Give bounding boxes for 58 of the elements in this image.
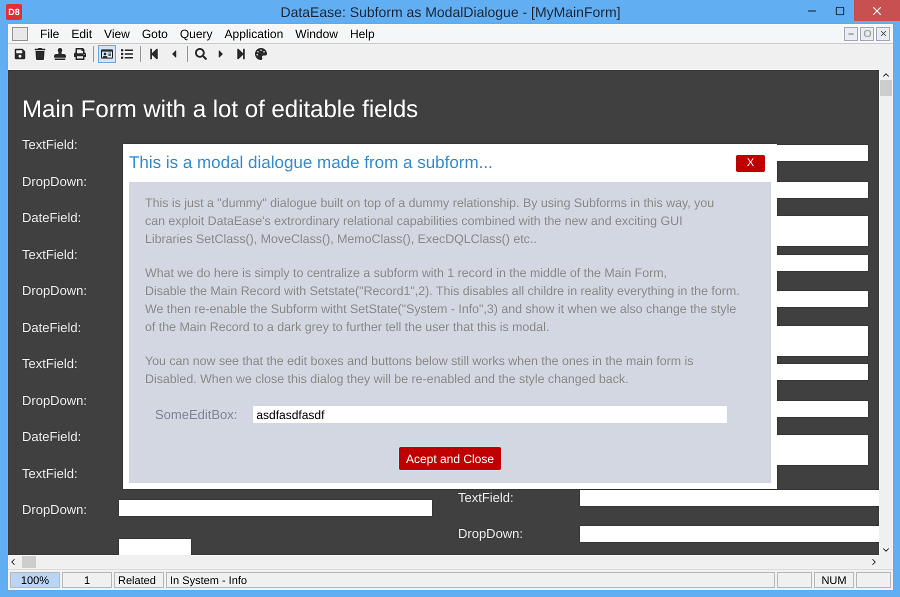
close-button[interactable]: [876, 26, 890, 40]
field-label: DateField:: [22, 210, 82, 226]
field-label: SomeEditBox:: [155, 406, 238, 422]
description-paragraph: You can now see that the edit boxes and buttons below still works when the ones in the main form is Disabled. When we close this dialog they will be re-enabled and the style changed back.: [145, 353, 694, 388]
description-paragraph: What we do here is simply to centralize a subform with 1 record in the middle of the Main Form, Disable the Main Record with Setstate("Record1",2). This disables all childre in reality everything in the form. We then re-enable the Subform witht SetState("System - Info",3) and show it when we also change the style of the Main Record to a dark grey to further tell the user that this is modal.: [145, 265, 741, 336]
field-label: DropDown:: [22, 174, 88, 190]
field-label: TextField:: [22, 356, 79, 372]
status-cell: 1: [62, 572, 112, 588]
menu-item[interactable]: Application: [218, 26, 290, 40]
menu-item[interactable]: Edit: [65, 26, 98, 40]
status-cell: [856, 572, 891, 588]
form-title: Main Form with a lot of editable fields: [22, 95, 420, 125]
field-label: DateField:: [22, 320, 82, 336]
status-cell: NUM: [814, 572, 854, 588]
print-icon[interactable]: [71, 45, 89, 63]
field-label: TextField:: [22, 137, 79, 153]
field-label: DropDown:: [458, 526, 524, 542]
status-cell: 100%: [10, 572, 60, 588]
search-icon[interactable]: [192, 45, 210, 63]
accept-button[interactable]: Acept and Close: [398, 447, 502, 470]
description-paragraph: This is just a "dummy" dialogue built on top of a dummy relationship. By using Subforms in this way, you can exploit DataEase's extrordinary relational capabilities combined with the new and exciting GUI Libraries SetClass(), MoveClass(), MemoClass(), ExecDQLClass() etc..: [145, 195, 716, 248]
close-button[interactable]: X: [736, 154, 765, 172]
field-label: TextField:: [22, 246, 79, 262]
input-field[interactable]: asdfasdfasdf: [253, 406, 728, 423]
input-field[interactable]: [119, 500, 432, 516]
form-view-icon[interactable]: [98, 45, 116, 63]
menu-item[interactable]: Window: [289, 26, 344, 40]
input-field[interactable]: [580, 526, 879, 542]
status-cell: Related: [114, 572, 164, 588]
window-title: DataEase: Subform as ModalDialogue - [MyMainForm]: [280, 4, 621, 20]
close-icon: [878, 29, 888, 38]
scroll-thumb[interactable]: [880, 80, 892, 96]
menu-item[interactable]: View: [98, 26, 136, 40]
menu-item[interactable]: Goto: [136, 26, 174, 40]
restore-button[interactable]: [860, 26, 874, 40]
field-label: DropDown:: [22, 502, 88, 518]
menu-item[interactable]: Help: [344, 26, 381, 40]
close-button[interactable]: [854, 0, 900, 21]
palette-icon[interactable]: [252, 45, 270, 63]
status-cell: In System - Info: [166, 572, 775, 588]
field-label: TextField:: [458, 490, 515, 506]
scroll-thumb[interactable]: [22, 556, 36, 568]
maximize-icon: [835, 6, 845, 16]
field-label: DateField:: [22, 429, 82, 445]
menu-item[interactable]: File: [34, 26, 66, 40]
menu-item[interactable]: Query: [174, 26, 219, 40]
input-field[interactable]: [119, 538, 191, 554]
app-logo: D8: [6, 4, 22, 20]
field-label: TextField:: [22, 466, 79, 482]
field-label: DropDown:: [22, 283, 88, 299]
input-field[interactable]: [580, 490, 879, 506]
restore-icon: [864, 30, 870, 37]
dialog-title: This is a modal dialogue made from a subform...: [129, 153, 493, 173]
field-label: DropDown:: [22, 392, 88, 408]
minimize-button[interactable]: [844, 26, 858, 40]
status-cell: [777, 572, 812, 588]
document-icon[interactable]: [12, 26, 28, 40]
stamp-icon[interactable]: [51, 45, 69, 63]
